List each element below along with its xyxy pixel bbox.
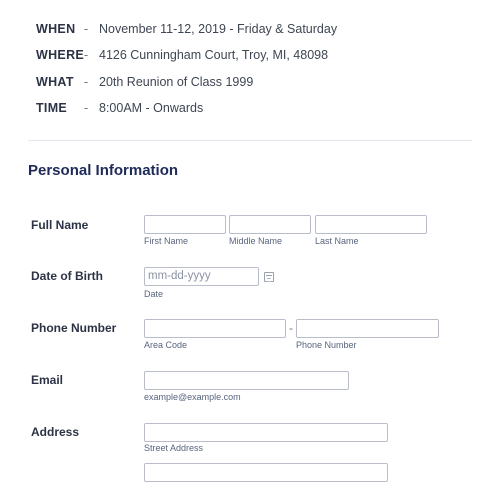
last-name-input[interactable] — [315, 215, 427, 234]
event-value: 4126 Cunningham Court, Troy, MI, 48098 — [99, 48, 329, 62]
event-separator: - — [84, 75, 89, 89]
email-label: Email — [31, 373, 64, 387]
street-address-sublabel: Street Address — [144, 443, 204, 453]
section-divider — [28, 140, 472, 141]
dob-placeholder: mm-dd-yyyy — [148, 270, 211, 282]
address-label: Address — [31, 425, 80, 439]
middle-name-sublabel: Middle Name — [229, 236, 283, 246]
event-value: November 11-12, 2019 - Friday & Saturday — [99, 22, 338, 36]
calendar-icon[interactable] — [264, 272, 274, 282]
section-title: Personal Information — [28, 162, 179, 179]
event-key: WHAT — [36, 75, 74, 89]
event-separator: - — [84, 22, 89, 36]
phone-number-sublabel: Phone Number — [296, 340, 357, 350]
first-name-input[interactable] — [144, 215, 226, 234]
event-value: 8:00AM - Onwards — [99, 101, 204, 115]
area-code-sublabel: Area Code — [144, 340, 188, 350]
street-address-input[interactable] — [144, 423, 388, 442]
event-key: WHERE — [36, 48, 85, 62]
first-name-sublabel: First Name — [144, 236, 189, 246]
area-code-input[interactable] — [144, 319, 286, 338]
email-sublabel: example@example.com — [144, 392, 241, 402]
event-key: TIME — [36, 101, 68, 115]
phone-number-input[interactable] — [296, 319, 439, 338]
event-key: WHEN — [36, 22, 76, 36]
full-name-label: Full Name — [31, 218, 89, 232]
email-input[interactable] — [144, 371, 349, 390]
phone-separator: - — [289, 321, 293, 335]
dob-sublabel: Date — [144, 289, 164, 299]
event-separator: - — [84, 48, 89, 62]
street-address-line2-input[interactable] — [144, 463, 388, 482]
event-separator: - — [84, 101, 89, 115]
last-name-sublabel: Last Name — [315, 236, 359, 246]
dob-label: Date of Birth — [31, 269, 103, 283]
middle-name-input[interactable] — [229, 215, 311, 234]
phone-label: Phone Number — [31, 321, 117, 335]
dob-input[interactable]: mm-dd-yyyy — [144, 267, 259, 286]
event-value: 20th Reunion of Class 1999 — [99, 75, 254, 89]
